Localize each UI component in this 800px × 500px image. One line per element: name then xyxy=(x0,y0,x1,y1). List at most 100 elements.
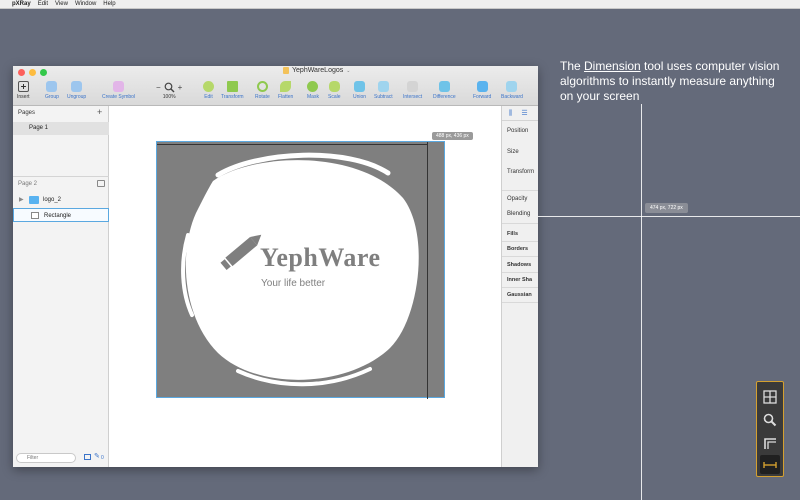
corner-icon xyxy=(764,437,776,449)
union-button[interactable]: Union xyxy=(353,81,366,100)
measure-line-horizontal xyxy=(157,144,427,145)
fills-label[interactable]: Fills xyxy=(507,231,518,237)
layer-label: logo_2 xyxy=(43,197,62,203)
divider xyxy=(502,190,538,191)
backward-icon xyxy=(506,81,518,92)
document-title[interactable]: YephWareLogos ⌄ xyxy=(283,67,350,74)
size-label: Size xyxy=(507,149,519,155)
intersect-icon xyxy=(407,81,419,92)
canvas[interactable]: YephWare Your life better 488 px, 436 px xyxy=(110,106,501,467)
create-symbol-button[interactable]: Create Symbol xyxy=(102,81,135,100)
folder-icon xyxy=(29,196,39,204)
edit-button[interactable]: Edit xyxy=(203,81,214,100)
forward-icon xyxy=(476,81,488,92)
rectangle-icon xyxy=(31,212,39,219)
page-item-2[interactable]: Page 2 xyxy=(18,181,37,187)
feature-description: The Dimension tool uses computer vision … xyxy=(560,59,790,104)
page-item-label: Page 1 xyxy=(29,125,49,131)
rotate-icon xyxy=(256,81,268,92)
menu-app[interactable]: pXRay xyxy=(12,0,31,9)
zoom-control[interactable]: − + 100% xyxy=(156,81,182,100)
position-label: Position xyxy=(507,128,529,134)
rotate-button[interactable]: Rotate xyxy=(255,81,270,100)
document-title-text: YephWareLogos xyxy=(292,67,344,74)
magnifier-tool-button[interactable] xyxy=(760,410,780,429)
inspector-tabs: ⫼ ☰ xyxy=(502,106,538,121)
edit-count: 0 xyxy=(101,455,104,461)
export-icon[interactable] xyxy=(97,180,105,187)
zoom-in-button[interactable]: + xyxy=(178,83,183,92)
crosshair-vertical xyxy=(641,104,642,500)
difference-button[interactable]: Difference xyxy=(433,81,456,100)
corner-tool-button[interactable] xyxy=(760,433,780,452)
forward-button[interactable]: Forward xyxy=(473,81,491,100)
sketch-window: YephWareLogos ⌄ Insert Group Ungroup Cre… xyxy=(13,66,538,467)
dimension-tool-button[interactable] xyxy=(760,455,780,474)
subtract-icon xyxy=(377,81,389,92)
forward-label: Forward xyxy=(473,94,492,100)
zoom-value: 100% xyxy=(162,94,176,100)
zoom-out-button[interactable]: − xyxy=(156,83,161,92)
intersect-label: Intersect xyxy=(403,94,423,100)
shadows-label[interactable]: Shadows xyxy=(507,262,531,268)
insert-label: Insert xyxy=(17,94,30,100)
selection-outline xyxy=(156,141,445,398)
menu-edit[interactable]: Edit xyxy=(38,0,48,9)
disclosure-arrow-icon[interactable]: ▶ xyxy=(19,193,24,207)
filter-input[interactable] xyxy=(16,453,76,463)
transform-label: Transform xyxy=(507,169,535,175)
grid-tool-button[interactable] xyxy=(760,387,780,406)
pxray-tool-palette xyxy=(756,381,784,477)
layer-rectangle[interactable]: Rectangle xyxy=(13,208,109,222)
menu-window[interactable]: Window xyxy=(75,0,96,9)
align-icon[interactable]: ⫼ xyxy=(506,109,515,118)
description-tool-name: Dimension xyxy=(584,59,641,73)
transform-button[interactable]: Transform xyxy=(221,81,244,100)
group-button[interactable]: Group xyxy=(45,81,59,100)
flatten-button[interactable]: Flatten xyxy=(278,81,293,100)
measure-label: 488 px, 436 px xyxy=(432,132,473,140)
add-page-icon[interactable]: + xyxy=(97,107,102,117)
symbol-link-icon[interactable] xyxy=(84,454,91,460)
menu-view[interactable]: View xyxy=(55,0,68,9)
inner-shadows-label[interactable]: Inner Sha xyxy=(507,277,532,283)
flatten-icon xyxy=(280,81,292,92)
transform-icon xyxy=(226,81,238,92)
intersect-button[interactable]: Intersect xyxy=(403,81,422,100)
union-icon xyxy=(354,81,366,92)
window-toolbar: YephWareLogos ⌄ Insert Group Ungroup Cre… xyxy=(13,66,538,106)
plus-icon xyxy=(17,81,29,92)
divider xyxy=(502,256,538,257)
menu-help[interactable]: Help xyxy=(103,0,115,9)
backward-button[interactable]: Backward xyxy=(501,81,523,100)
maximize-button[interactable] xyxy=(40,69,47,76)
inspector-panel: ⫼ ☰ Position Size Transform Opacity Blen… xyxy=(501,106,538,467)
grid-icon xyxy=(763,389,777,404)
magnifier-icon xyxy=(164,82,175,93)
gaussian-blur-label[interactable]: Gaussian xyxy=(507,292,532,298)
mask-button[interactable]: Mask xyxy=(307,81,319,100)
mask-label: Mask xyxy=(307,94,319,100)
insert-button[interactable]: Insert xyxy=(17,81,30,100)
minimize-button[interactable] xyxy=(29,69,36,76)
layer-label: Rectangle xyxy=(44,213,72,219)
ungroup-button[interactable]: Ungroup xyxy=(67,81,86,100)
scale-label: Scale xyxy=(328,94,341,100)
close-button[interactable] xyxy=(18,69,25,76)
layer-logo-2[interactable]: ▶ logo_2 xyxy=(13,193,109,207)
measure-line-vertical xyxy=(427,142,428,399)
distribute-icon[interactable]: ☰ xyxy=(520,109,529,118)
borders-label[interactable]: Borders xyxy=(507,246,528,252)
divider xyxy=(502,302,538,303)
difference-label: Difference xyxy=(433,94,456,100)
rotate-label: Rotate xyxy=(255,94,270,100)
ungroup-label: Ungroup xyxy=(67,94,87,100)
page-item-1[interactable]: Page 1 xyxy=(13,122,109,135)
subtract-button[interactable]: Subtract xyxy=(374,81,393,100)
scale-button[interactable]: Scale xyxy=(328,81,341,100)
mask-icon xyxy=(307,81,319,92)
union-label: Union xyxy=(353,94,367,100)
pencil-icon[interactable]: ✎ xyxy=(94,452,100,460)
opacity-label: Opacity xyxy=(507,196,528,202)
chevron-down-icon: ⌄ xyxy=(346,67,351,74)
